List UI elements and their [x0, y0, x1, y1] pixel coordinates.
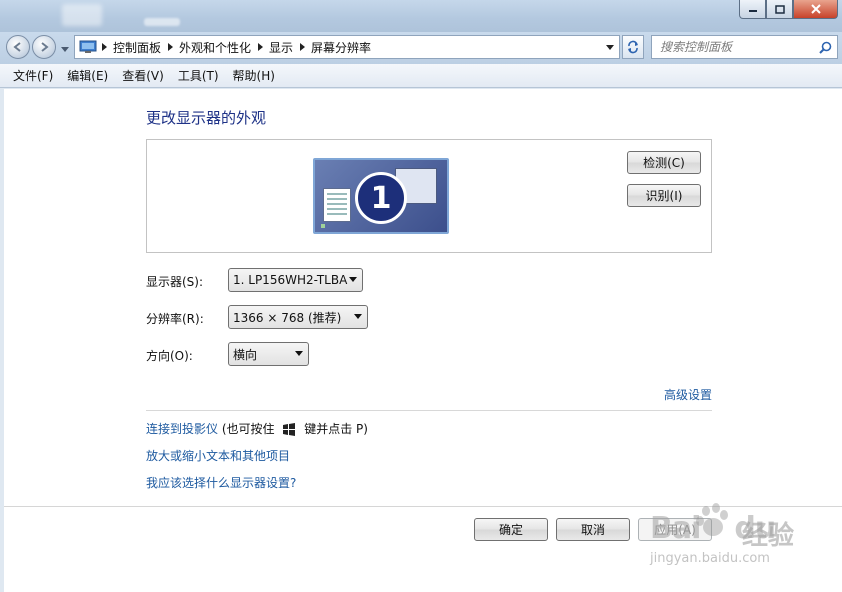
display-label: 显示器(S): [146, 275, 204, 289]
forward-arrow-icon [41, 42, 49, 52]
control-panel-icon [79, 40, 97, 53]
orientation-label: 方向(O): [146, 349, 193, 363]
chevron-down-icon [354, 314, 362, 319]
divider [146, 410, 712, 411]
minimize-icon [748, 10, 757, 12]
orientation-select[interactable]: 横向 [228, 342, 309, 366]
display-select[interactable]: 1. LP156WH2-TLBA [228, 268, 363, 292]
monitor-number: 1 [355, 172, 407, 224]
display-settings-help-link[interactable]: 我应该选择什么显示器设置? [146, 474, 296, 491]
minimize-button[interactable] [739, 0, 766, 19]
close-button[interactable] [793, 0, 838, 19]
back-arrow-icon [13, 42, 21, 52]
breadcrumb-display[interactable]: 显示 [267, 39, 295, 56]
recent-pages-button[interactable] [60, 44, 70, 54]
refresh-icon [628, 40, 638, 54]
breadcrumb-separator-icon [253, 43, 267, 51]
menu-view[interactable]: 查看(V) [115, 65, 171, 87]
baidu-watermark: Bai du 经验 jingyan.baidu.com [650, 501, 840, 571]
navigation-bar: 控制面板 外观和个性化 显示 屏幕分辨率 [0, 32, 842, 64]
identify-button[interactable]: 识别(I) [627, 184, 701, 207]
breadcrumb-appearance[interactable]: 外观和个性化 [177, 39, 253, 56]
menu-edit[interactable]: 编辑(E) [60, 65, 115, 87]
windows-logo-icon [283, 423, 296, 436]
maximize-icon [774, 4, 785, 14]
title-bar [0, 0, 842, 32]
blurred-title-icon [62, 4, 102, 26]
page-title: 更改显示器的外观 [146, 109, 267, 127]
projector-hint-suffix: 键并点击 P) [304, 422, 368, 436]
search-icon[interactable] [819, 41, 832, 54]
text-size-link[interactable]: 放大或缩小文本和其他项目 [146, 447, 290, 464]
resolution-label: 分辨率(R): [146, 312, 204, 326]
detect-button[interactable]: 检测(C) [627, 151, 701, 174]
display-select-value: 1. LP156WH2-TLBA [233, 273, 348, 287]
breadcrumb-resolution[interactable]: 屏幕分辨率 [309, 39, 373, 56]
menu-tools[interactable]: 工具(T) [171, 65, 226, 87]
connect-projector-link[interactable]: 连接到投影仪 [146, 422, 218, 436]
menu-help[interactable]: 帮助(H) [226, 65, 282, 87]
refresh-button[interactable] [622, 35, 644, 59]
address-dropdown-icon[interactable] [605, 42, 615, 52]
maximize-button[interactable] [766, 0, 793, 19]
blurred-title-text [144, 18, 180, 26]
content-pane: 更改显示器的外观 1 检测(C) 识别(I) 显示器(S): 1. LP156W… [4, 89, 842, 592]
chevron-down-icon [295, 351, 303, 356]
chevron-down-icon [61, 46, 69, 52]
search-box[interactable] [651, 35, 838, 59]
projector-row: 连接到投影仪 (也可按住 键并点击 P) [146, 420, 368, 437]
advanced-settings-link[interactable]: 高级设置 [664, 386, 712, 403]
ok-button[interactable]: 确定 [474, 518, 548, 541]
resolution-select[interactable]: 1366 × 768 (推荐) [228, 305, 368, 329]
monitor-1-tile[interactable]: 1 [313, 158, 449, 234]
window-controls [739, 0, 838, 20]
watermark-url: jingyan.baidu.com [650, 551, 770, 566]
forward-button[interactable] [32, 35, 56, 59]
search-input[interactable] [652, 40, 812, 54]
monitor-preview-panel: 1 检测(C) 识别(I) [146, 139, 712, 253]
menu-file[interactable]: 文件(F) [6, 65, 60, 87]
monitor-window-thumbnail [323, 188, 351, 222]
breadcrumb-control-panel[interactable]: 控制面板 [111, 39, 163, 56]
breadcrumb-separator-icon [163, 43, 177, 51]
resolution-select-value: 1366 × 768 (推荐) [233, 310, 342, 325]
breadcrumb-separator-icon [97, 43, 111, 51]
baidu-paw-icon [696, 503, 728, 536]
close-icon [810, 4, 821, 14]
address-bar[interactable]: 控制面板 外观和个性化 显示 屏幕分辨率 [74, 35, 620, 59]
watermark-cn-text: 经验 [742, 521, 795, 551]
orientation-select-value: 横向 [233, 347, 258, 362]
projector-hint-prefix: (也可按住 [221, 422, 275, 436]
monitor-status-dot [321, 224, 325, 228]
back-button[interactable] [6, 35, 30, 59]
cancel-button[interactable]: 取消 [556, 518, 630, 541]
menu-bar: 文件(F) 编辑(E) 查看(V) 工具(T) 帮助(H) [0, 64, 842, 88]
breadcrumb-separator-icon [295, 43, 309, 51]
chevron-down-icon [349, 277, 357, 282]
